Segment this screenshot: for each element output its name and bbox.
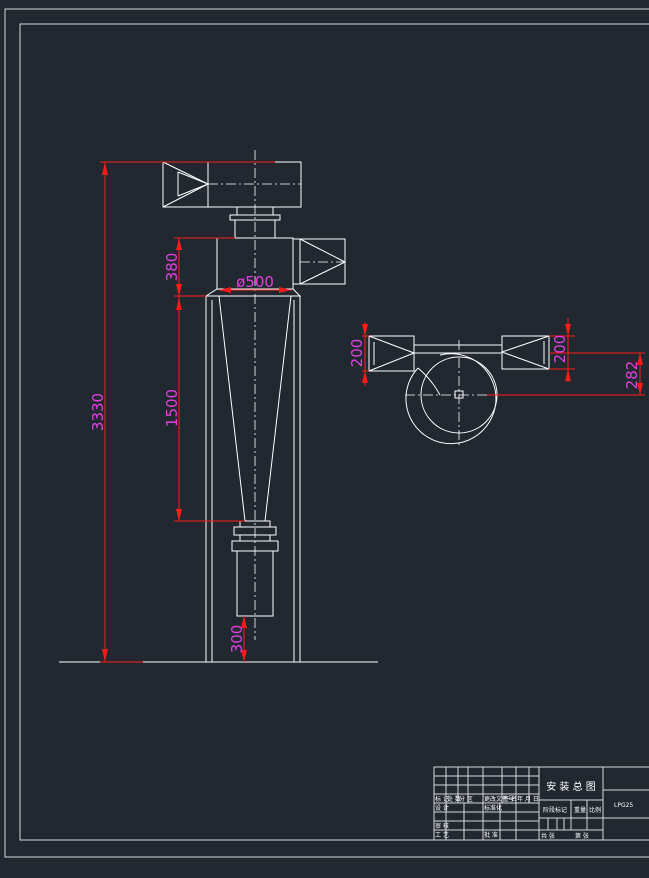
svg-text:分 区: 分 区 <box>459 795 473 803</box>
dimensions-main: 3330 380 1500 ø500 300 <box>89 161 291 663</box>
dim-diameter-500: ø500 <box>236 273 274 291</box>
top-view-inlet-left <box>368 335 415 372</box>
dimensions-top-view: 200 200 282 <box>348 318 645 396</box>
dim-200-left: 200 <box>348 339 366 368</box>
tb-total-sheets: 共 张 <box>541 832 555 840</box>
top-outlet-box <box>162 161 302 208</box>
dim-3330: 3330 <box>89 393 107 431</box>
tb-review: 审 核 <box>435 822 449 830</box>
top-view-inlet-right <box>501 335 550 370</box>
tb-weight: 重量 <box>574 806 586 814</box>
inner-frame <box>19 23 649 841</box>
tb-model: LPG25 <box>614 802 633 809</box>
tb-approve: 批 准 <box>484 831 498 839</box>
tb-standard: 标准化 <box>484 804 502 812</box>
tb-design: 设 计 <box>435 804 449 812</box>
tb-sheet-no: 第 张 <box>575 832 589 840</box>
cyclone-top-view <box>368 335 550 445</box>
dim-300: 300 <box>228 625 246 654</box>
tb-scale: 比例 <box>589 806 601 814</box>
drawing-title: 安 装 总 图 <box>546 780 596 793</box>
svg-text:年 月 日: 年 月 日 <box>517 795 539 803</box>
dim-200-right: 200 <box>551 335 569 364</box>
side-inlet <box>292 238 346 285</box>
outer-frame <box>4 8 649 858</box>
title-block: 标 记 处 数 分 区 更改文件号 签 名 年 月 日 设 计 标准化 审 核 … <box>433 766 649 841</box>
dim-380: 380 <box>163 253 181 282</box>
tb-stage-mark: 阶段标记 <box>543 806 567 814</box>
cad-drawing: 3330 380 1500 ø500 300 200 200 282 标 记 处… <box>4 8 649 858</box>
svg-text:签 名: 签 名 <box>503 795 517 803</box>
scroll-housing <box>405 353 497 445</box>
dim-1500: 1500 <box>163 389 181 427</box>
dim-282: 282 <box>623 361 641 390</box>
tb-process: 工 艺 <box>435 831 449 839</box>
